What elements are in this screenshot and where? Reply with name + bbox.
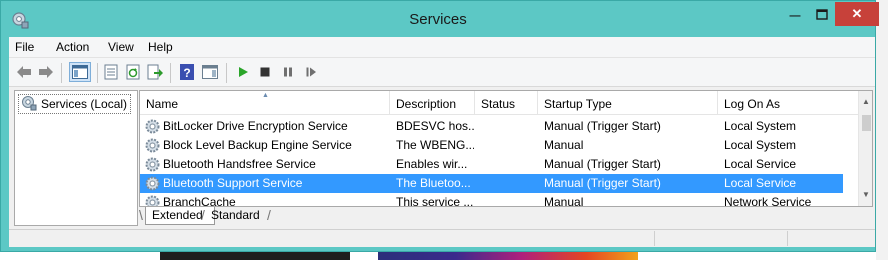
menu-bar: File Action View Help xyxy=(9,37,875,57)
table-row-selected[interactable]: Bluetooth Support Service The Bluetoo...… xyxy=(140,174,843,193)
column-header-status[interactable]: Status xyxy=(475,91,538,114)
services-window: Services — ✕ File Action View Help ? Ser… xyxy=(0,0,879,252)
menu-file[interactable]: File xyxy=(15,40,34,54)
minimize-icon: — xyxy=(789,10,801,22)
status-bar xyxy=(9,229,875,247)
stop-service-icon[interactable] xyxy=(257,64,273,80)
scroll-thumb[interactable] xyxy=(862,115,871,131)
service-gear-icon xyxy=(144,137,161,154)
service-gear-icon xyxy=(144,175,161,192)
scroll-up-arrow-icon[interactable]: ▲ xyxy=(862,97,870,106)
service-name: BranchCache xyxy=(163,195,236,207)
table-row[interactable]: BitLocker Drive Encryption Service BDESV… xyxy=(140,117,843,136)
toolbar: ? xyxy=(9,57,875,87)
show-hide-console-tree-icon[interactable] xyxy=(69,62,91,82)
service-status xyxy=(481,174,536,193)
service-status xyxy=(481,136,536,155)
table-row[interactable]: Bluetooth Handsfree Service Enables wir.… xyxy=(140,155,843,174)
tab-divider: \ xyxy=(139,207,143,223)
toolbar-separator xyxy=(97,63,98,83)
list-header: ▲ Name Description Status Startup Type L… xyxy=(140,91,858,115)
svg-text:?: ? xyxy=(183,66,190,80)
menu-view[interactable]: View xyxy=(108,40,134,54)
close-icon: ✕ xyxy=(851,6,863,21)
service-description: BDESVC hos... xyxy=(396,119,474,133)
service-description: Enables wir... xyxy=(396,157,468,171)
column-header-log-on-as[interactable]: Log On As xyxy=(718,91,858,114)
table-row[interactable]: BranchCache This service ... Manual Netw… xyxy=(140,193,843,207)
tab-divider: / xyxy=(267,207,271,223)
column-header-startup-type[interactable]: Startup Type xyxy=(538,91,718,114)
service-description: This service ... xyxy=(396,195,474,207)
export-list-icon[interactable] xyxy=(147,64,163,80)
start-service-icon[interactable] xyxy=(235,64,251,80)
service-description: The WBENG... xyxy=(396,138,474,152)
service-startup-type: Manual xyxy=(544,195,584,207)
scroll-down-arrow-icon[interactable]: ▼ xyxy=(862,190,870,199)
column-header-description[interactable]: Description xyxy=(390,91,475,114)
close-button[interactable]: ✕ xyxy=(835,2,879,26)
refresh-icon[interactable] xyxy=(125,64,141,80)
title-bar[interactable]: Services — ✕ xyxy=(1,1,879,37)
menu-action[interactable]: Action xyxy=(56,40,89,54)
service-description: The Bluetoo... xyxy=(396,176,471,190)
service-startup-type: Manual (Trigger Start) xyxy=(544,119,661,133)
service-startup-type: Manual (Trigger Start) xyxy=(544,176,661,190)
help-icon[interactable]: ? xyxy=(179,64,195,80)
status-bar-separator xyxy=(787,231,788,246)
service-name: Bluetooth Support Service xyxy=(163,176,303,190)
service-log-on-as: Network Service xyxy=(724,195,812,207)
service-gear-icon xyxy=(144,118,161,135)
maximize-button[interactable] xyxy=(809,5,835,27)
toolbar-separator xyxy=(61,63,62,83)
service-name: Block Level Backup Engine Service xyxy=(163,138,352,152)
main-content: Services (Local) ▲ Name Description Stat… xyxy=(9,87,875,229)
vertical-scrollbar[interactable]: ▲ ▼ xyxy=(858,91,872,206)
toolbar-separator xyxy=(170,63,171,83)
tree-item-label: Services (Local) xyxy=(41,97,128,111)
service-status xyxy=(481,193,536,206)
services-list: ▲ Name Description Status Startup Type L… xyxy=(139,90,873,207)
show-hide-action-pane-icon[interactable] xyxy=(202,64,218,80)
table-row[interactable]: Block Level Backup Engine Service The WB… xyxy=(140,136,843,155)
service-status xyxy=(481,155,536,174)
service-name: BitLocker Drive Encryption Service xyxy=(163,119,348,133)
maximize-icon xyxy=(816,9,828,23)
window-title: Services xyxy=(409,11,467,28)
forward-arrow-icon[interactable] xyxy=(38,64,54,80)
properties-icon[interactable] xyxy=(103,64,119,80)
menu-help[interactable]: Help xyxy=(148,40,173,54)
service-gear-icon xyxy=(144,156,161,173)
status-bar-separator xyxy=(654,231,655,246)
service-status xyxy=(481,117,536,136)
service-log-on-as: Local Service xyxy=(724,157,797,171)
service-startup-type: Manual xyxy=(544,138,584,152)
console-tree: Services (Local) xyxy=(14,90,138,226)
desktop-background-right xyxy=(876,0,888,260)
column-header-name[interactable]: Name xyxy=(140,91,390,114)
service-gear-icon xyxy=(144,194,161,206)
back-arrow-icon[interactable] xyxy=(16,64,32,80)
minimize-button[interactable]: — xyxy=(781,5,809,27)
service-log-on-as: Local Service xyxy=(724,176,797,190)
services-gear-icon xyxy=(21,95,41,114)
restart-service-icon[interactable] xyxy=(303,64,319,80)
service-log-on-as: Local System xyxy=(724,138,797,152)
tree-item-services-local[interactable]: Services (Local) xyxy=(18,94,132,114)
service-log-on-as: Local System xyxy=(724,119,797,133)
service-name: Bluetooth Handsfree Service xyxy=(163,157,316,171)
toolbar-separator xyxy=(226,63,227,83)
service-startup-type: Manual (Trigger Start) xyxy=(544,157,661,171)
pause-service-icon[interactable] xyxy=(280,64,296,80)
